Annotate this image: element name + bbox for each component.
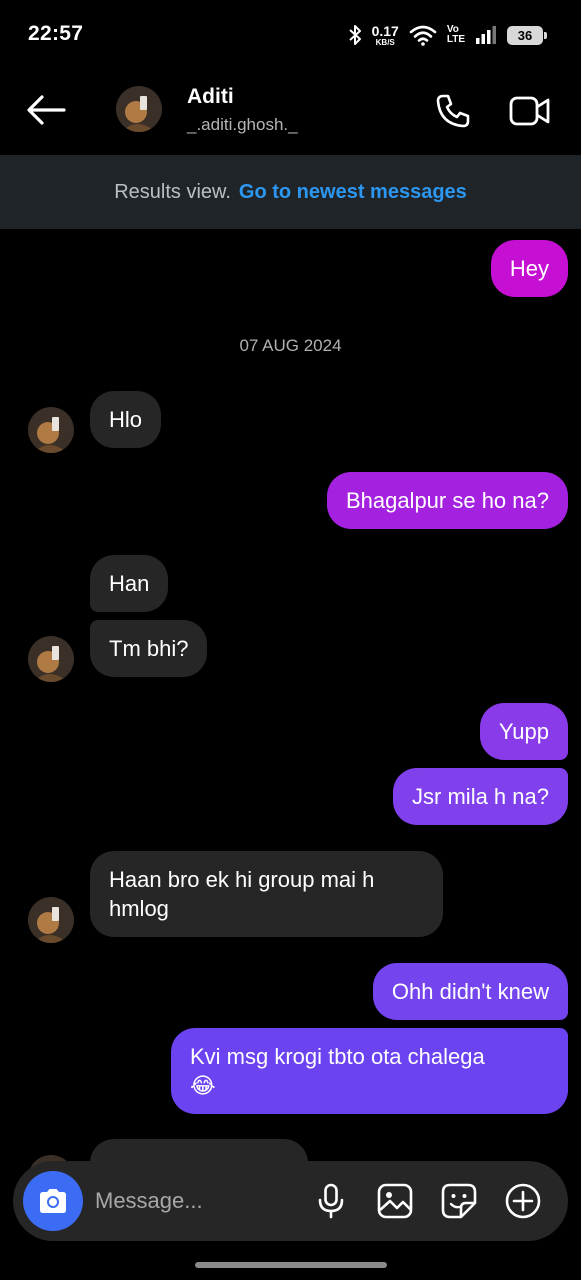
message-composer: [13, 1161, 568, 1241]
message-bubble-outgoing[interactable]: Kvi msg krogi tbto ota chalega 😂: [171, 1028, 568, 1114]
avatar[interactable]: [28, 407, 74, 453]
status-bar: 22:57 0.17 KB/S Vo LTE 36: [0, 0, 581, 70]
message-bubble-outgoing[interactable]: Hey: [490, 240, 568, 297]
avatar[interactable]: [116, 86, 162, 132]
signal-icon: [475, 25, 497, 45]
contact-name[interactable]: Aditi: [187, 85, 234, 109]
status-icons: 0.17 KB/S Vo LTE 36: [348, 20, 547, 50]
video-call-button[interactable]: [506, 88, 554, 134]
bluetooth-icon: [348, 24, 362, 46]
results-banner: Results view. Go to newest messages: [0, 155, 581, 229]
camera-button[interactable]: [23, 1171, 83, 1231]
phone-icon: [436, 94, 470, 128]
microphone-icon: [318, 1183, 344, 1219]
wifi-icon: [409, 24, 437, 46]
results-view-label: Results view.: [114, 180, 231, 203]
message-bubble-outgoing[interactable]: Jsr mila h na?: [393, 768, 568, 825]
sticker-button[interactable]: [439, 1181, 479, 1221]
date-separator: 07 AUG 2024: [239, 336, 342, 355]
message-bubble-outgoing[interactable]: Bhagalpur se ho na?: [326, 472, 568, 529]
status-time: 22:57: [28, 22, 84, 45]
avatar[interactable]: [28, 897, 74, 943]
avatar[interactable]: [28, 636, 74, 682]
voice-call-button[interactable]: [430, 88, 476, 134]
home-indicator[interactable]: [195, 1262, 387, 1268]
camera-icon: [40, 1189, 66, 1213]
message-bubble-incoming[interactable]: Tm bhi?: [90, 620, 208, 677]
message-bubble-incoming[interactable]: Haan bro ek hi group mai h hmlog: [90, 851, 443, 937]
more-button[interactable]: [503, 1181, 543, 1221]
voice-message-button[interactable]: [311, 1181, 351, 1221]
network-speed: 0.17 KB/S: [371, 22, 399, 47]
contact-handle[interactable]: _.aditi.ghosh._: [187, 115, 298, 135]
go-to-newest-link[interactable]: Go to newest messages: [239, 181, 467, 204]
message-input[interactable]: [95, 1181, 295, 1221]
sticker-icon: [441, 1183, 477, 1219]
back-button[interactable]: [22, 88, 70, 132]
gallery-icon: [377, 1183, 413, 1219]
back-arrow-icon: [27, 95, 66, 125]
message-bubble-incoming[interactable]: Han: [90, 555, 169, 612]
plus-icon: [505, 1183, 541, 1219]
message-bubble-outgoing[interactable]: Ohh didn't knew: [372, 963, 568, 1020]
chat-header: Aditi _.aditi.ghosh._: [0, 70, 581, 154]
message-bubble-outgoing[interactable]: Yupp: [479, 703, 568, 760]
video-icon: [509, 96, 550, 126]
volte-indicator: Vo LTE: [446, 24, 465, 45]
message-bubble-incoming[interactable]: Hlo: [90, 391, 162, 448]
gallery-button[interactable]: [375, 1181, 415, 1221]
battery-indicator: 36: [507, 25, 547, 45]
